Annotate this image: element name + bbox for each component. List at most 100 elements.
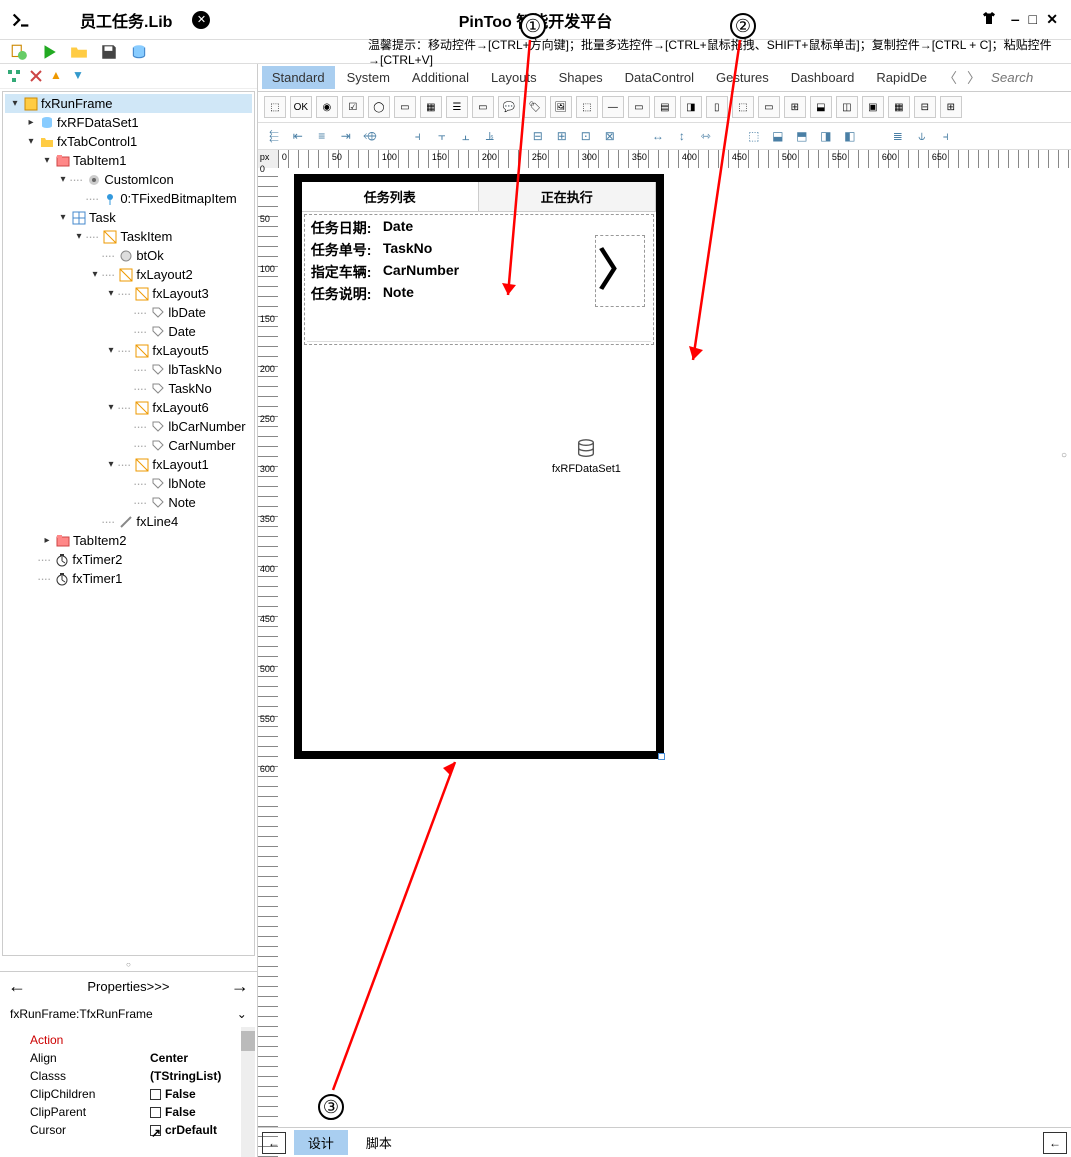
tree-node[interactable]: ▾Task [5,208,252,227]
prop-row[interactable]: AlignCenter [10,1049,247,1067]
palette-item[interactable]: ▭ [628,96,650,118]
tree-node[interactable]: ▸TabItem2 [5,531,252,550]
align-button[interactable]: ⇥ [336,127,356,145]
comp-tab-rapidde[interactable]: RapidDe [866,66,937,89]
align-button[interactable]: ⫡ [480,127,500,145]
tabs-next[interactable]: 〉 [963,68,985,88]
palette-item[interactable]: ▤ [654,96,676,118]
tree-node[interactable]: ▾····fxLayout5 [5,341,252,360]
phone-tab-1[interactable]: 任务列表 [302,182,479,211]
palette-item[interactable]: ▦ [888,96,910,118]
maximize-button[interactable]: □ [1028,11,1036,27]
tree-node[interactable]: ▾fxRunFrame [5,94,252,113]
props-prev[interactable]: ← [8,976,26,997]
task-item[interactable]: 任务日期:Date任务单号:TaskNo指定车辆:CarNumber任务说明:N… [304,214,654,345]
property-grid[interactable]: ActionAlignCenterClasss(TStringList)Clip… [0,1027,257,1157]
align-button[interactable]: ⫠ [456,127,476,145]
search-input[interactable] [987,68,1067,87]
tree-node[interactable]: ····lbCarNumber [5,417,252,436]
tree-node[interactable]: ····0:TFixedBitmapItem [5,189,252,208]
align-button[interactable]: ⊡ [576,127,596,145]
palette-item[interactable]: ⊞ [940,96,962,118]
minimize-button[interactable]: ‒ [1011,11,1019,27]
tree-node[interactable]: ····Date [5,322,252,341]
palette-item[interactable]: ⬚ [576,96,598,118]
palette-item[interactable]: ◫ [836,96,858,118]
palette-item[interactable]: ☰ [446,96,468,118]
comp-tab-additional[interactable]: Additional [402,66,479,89]
align-button[interactable]: ⬱ [264,127,284,145]
palette-item[interactable]: ▦ [420,96,442,118]
align-button[interactable]: ↔ [648,127,668,145]
prop-row[interactable]: ClipParentFalse [10,1103,247,1121]
align-button[interactable]: ⊠ [600,127,620,145]
align-button[interactable] [624,127,644,145]
align-button[interactable] [864,127,884,145]
comp-tab-shapes[interactable]: Shapes [549,66,613,89]
palette-item[interactable]: ◯ [368,96,390,118]
palette-item[interactable]: — [602,96,624,118]
expand-icon[interactable] [6,68,22,84]
align-button[interactable]: ≣ [888,127,908,145]
prop-row[interactable]: Cursor↗crDefault [10,1121,247,1139]
selection-handle[interactable] [658,753,665,760]
tree-node[interactable]: ····TaskNo [5,379,252,398]
palette-item[interactable]: ▭ [472,96,494,118]
prop-row[interactable]: ClipChildrenFalse [10,1085,247,1103]
phone-frame[interactable]: 任务列表 正在执行 任务日期:Date任务单号:TaskNo指定车辆:CarNu… [294,174,664,759]
tree-node[interactable]: ····lbTaskNo [5,360,252,379]
palette-item[interactable]: ▭ [758,96,780,118]
align-button[interactable]: ⬓ [768,127,788,145]
tree-node[interactable]: ····lbNote [5,474,252,493]
palette-item[interactable]: OK [290,96,312,118]
palette-item[interactable]: ⬚ [264,96,286,118]
new-icon[interactable] [10,43,28,61]
down-icon[interactable]: ▼ [72,68,88,84]
align-button[interactable]: ⇤ [288,127,308,145]
tree-container[interactable]: ▾fxRunFrame▸fxRFDataSet1▾fxTabControl1▾T… [2,91,255,956]
tree-node[interactable]: ····btOk [5,246,252,265]
prop-row[interactable]: Action [10,1031,247,1049]
tree-node[interactable]: ····fxLine4 [5,512,252,531]
palette-item[interactable]: ◉ [316,96,338,118]
props-next[interactable]: → [231,976,249,997]
palette-item[interactable]: ⬓ [810,96,832,118]
tab-script[interactable]: 脚本 [352,1130,406,1155]
object-expand[interactable]: ⌄ [237,1007,247,1021]
align-button[interactable]: ⫝ [912,127,932,145]
tree-node[interactable]: ▾····CustomIcon [5,170,252,189]
palette-item[interactable]: ▭ [394,96,416,118]
tree-node[interactable]: ▾····fxLayout3 [5,284,252,303]
align-button[interactable]: ⫟ [432,127,452,145]
align-button[interactable] [384,127,404,145]
palette-item[interactable]: ⊟ [914,96,936,118]
shirt-icon[interactable] [980,9,998,30]
align-button[interactable]: ⊞ [552,127,572,145]
open-icon[interactable] [70,43,88,61]
tree-node[interactable]: ····CarNumber [5,436,252,455]
prop-row[interactable]: Classs(TStringList) [10,1067,247,1085]
chevron-right-icon[interactable]: 〉 [595,235,645,307]
tabs-prev[interactable]: 〈 [939,68,961,88]
palette-item[interactable]: ▣ [862,96,884,118]
tab-design[interactable]: 设计 [294,1130,348,1155]
back-button[interactable]: ← [262,1132,286,1154]
tree-node[interactable]: ▾····fxLayout6 [5,398,252,417]
tree-node[interactable]: ▸fxRFDataSet1 [5,113,252,132]
palette-item[interactable]: ☑ [342,96,364,118]
align-button[interactable]: ⫞ [936,127,956,145]
close-button[interactable]: ✕ [1046,11,1058,27]
align-button[interactable]: ◨ [816,127,836,145]
collapse-icon[interactable] [28,68,44,84]
prop-scrollbar[interactable] [241,1027,255,1157]
tree-node[interactable]: ▾TabItem1 [5,151,252,170]
align-button[interactable]: ⫞ [408,127,428,145]
up-icon[interactable]: ▲ [50,68,66,84]
save-icon[interactable] [100,43,118,61]
tree-node[interactable]: ▾····fxLayout1 [5,455,252,474]
tree-node[interactable]: ····fxTimer1 [5,569,252,588]
align-button[interactable]: ≡ [312,127,332,145]
comp-tab-dashboard[interactable]: Dashboard [781,66,865,89]
tree-node[interactable]: ▾····TaskItem [5,227,252,246]
align-button[interactable]: ⬲ [360,127,380,145]
